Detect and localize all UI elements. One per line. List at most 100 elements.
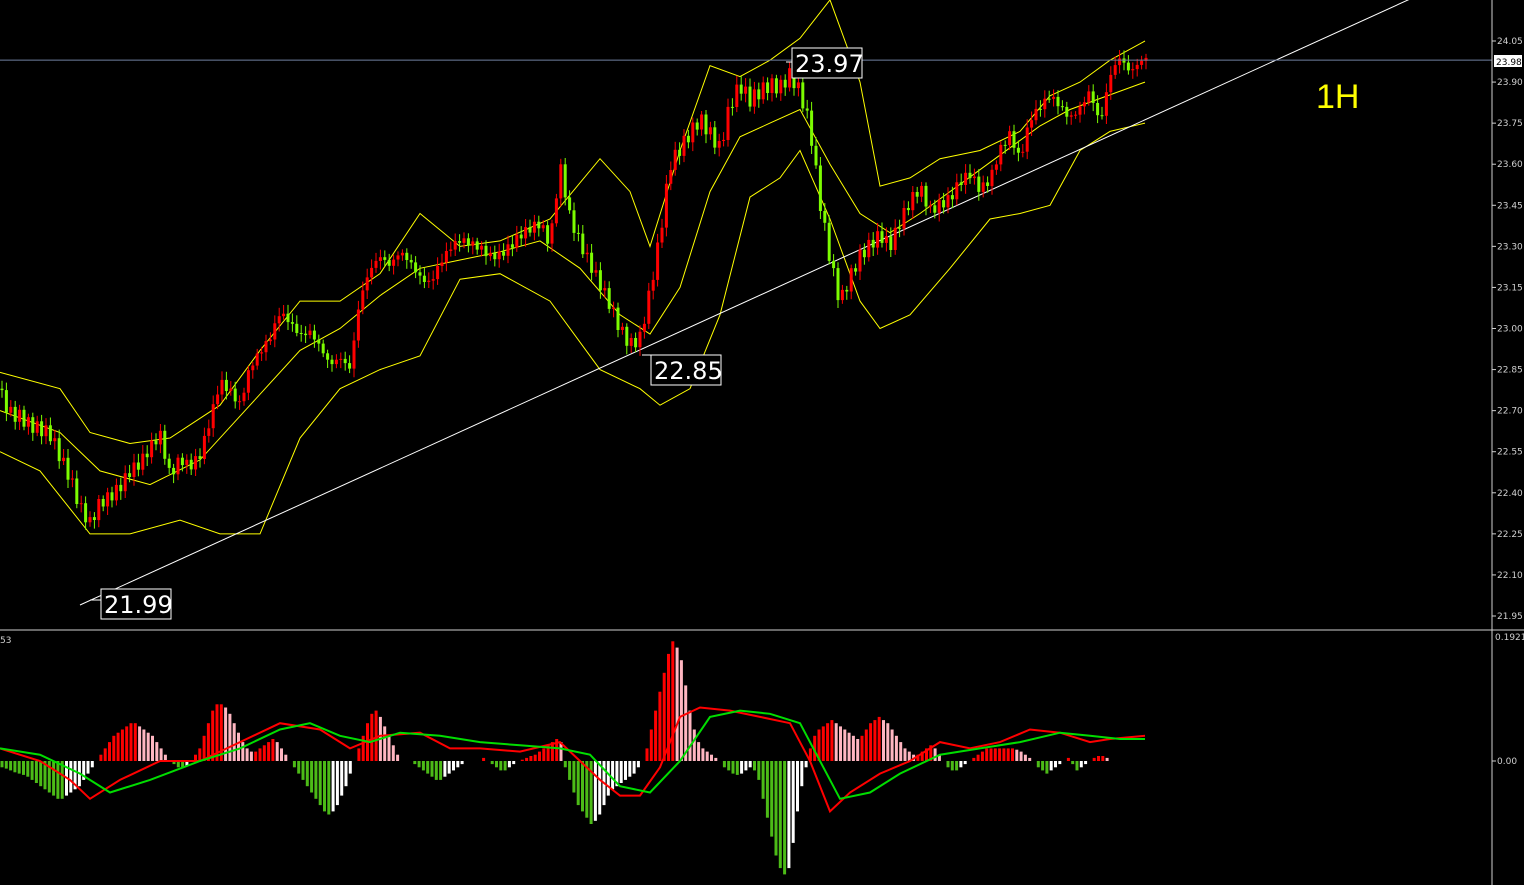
histogram-bar xyxy=(576,761,580,806)
histogram-bar xyxy=(959,761,963,768)
candle-body xyxy=(1135,64,1139,70)
histogram-bar xyxy=(675,647,679,761)
histogram-bar xyxy=(245,748,249,761)
histogram-bar xyxy=(598,761,602,815)
histogram-bar xyxy=(318,761,322,806)
candle-body xyxy=(999,144,1003,165)
candle-body xyxy=(607,288,611,309)
candle-body xyxy=(836,268,840,301)
histogram-bar xyxy=(538,751,541,761)
histogram-bar xyxy=(344,761,348,787)
histogram-bar xyxy=(39,761,43,787)
histogram-bar xyxy=(533,754,537,761)
candle-body xyxy=(1056,96,1060,107)
histogram-bar xyxy=(323,761,326,812)
price-tick-label: 22.55 xyxy=(1497,448,1523,458)
histogram-bar xyxy=(206,723,210,761)
candle-body xyxy=(35,421,39,433)
histogram-bar xyxy=(1002,748,1006,761)
histogram-bar xyxy=(447,761,451,774)
candle-body xyxy=(964,172,968,185)
histogram-bar xyxy=(972,757,976,761)
histogram-bar xyxy=(692,729,696,761)
candle-body xyxy=(1047,98,1051,100)
candle-body xyxy=(330,359,334,365)
histogram-bar xyxy=(26,761,30,777)
candle-body xyxy=(1074,114,1078,116)
histogram-bar xyxy=(619,761,623,783)
candle-body xyxy=(590,252,594,273)
candle-body xyxy=(541,225,545,229)
candle-body xyxy=(392,259,396,266)
histogram-bar xyxy=(280,748,283,761)
candle-body xyxy=(62,457,66,462)
candle-body xyxy=(383,257,387,260)
histogram-bar xyxy=(1019,751,1023,761)
histogram-bar xyxy=(1084,761,1088,765)
histogram-bar xyxy=(305,761,309,787)
candle-body xyxy=(321,343,325,354)
candle-body xyxy=(933,205,937,213)
candle-body xyxy=(471,241,475,246)
histogram-bar xyxy=(1049,761,1053,771)
candle-body xyxy=(647,290,651,324)
histogram-bar xyxy=(933,748,937,761)
histogram-bar xyxy=(426,761,430,774)
histogram-bar xyxy=(413,761,417,765)
histogram-bar xyxy=(232,723,236,761)
candle-body xyxy=(634,338,638,348)
candle-body xyxy=(576,232,580,234)
histogram-bar xyxy=(886,723,890,761)
candle-body xyxy=(1043,98,1047,110)
histogram-bar xyxy=(503,761,507,771)
price-tick-label: 23.30 xyxy=(1497,242,1523,252)
histogram-bar xyxy=(275,742,279,761)
histogram-bar xyxy=(421,761,425,771)
histogram-bar xyxy=(327,761,331,815)
candle-body xyxy=(308,330,312,335)
candle-body xyxy=(1012,131,1016,148)
histogram-bar xyxy=(748,761,752,768)
candle-body xyxy=(1078,106,1082,115)
candle-body xyxy=(466,238,470,246)
candle-body xyxy=(977,176,981,192)
indicator-top-value: 0.1921 xyxy=(1495,633,1524,643)
price-tick-label: 23.60 xyxy=(1497,160,1523,170)
candle-body xyxy=(950,195,954,200)
candle-body xyxy=(911,192,915,211)
candle-body xyxy=(726,106,730,140)
candle-body xyxy=(537,221,541,229)
histogram-bar xyxy=(735,761,739,775)
candle-body xyxy=(805,108,809,111)
histogram-bar xyxy=(671,641,675,761)
histogram-bar xyxy=(843,729,847,761)
histogram-bar xyxy=(142,729,146,761)
candle-body xyxy=(101,499,105,507)
candle-body xyxy=(546,225,550,244)
candle-body xyxy=(972,176,976,179)
candle-body xyxy=(946,195,950,208)
candle-body xyxy=(79,503,83,505)
candle-body xyxy=(339,358,343,360)
candle-body xyxy=(814,145,818,166)
histogram-bar xyxy=(1028,757,1032,761)
histogram-bar xyxy=(851,735,855,761)
candle-body xyxy=(1021,151,1025,153)
candle-body xyxy=(66,457,70,480)
candle-body xyxy=(625,326,629,346)
candle-body xyxy=(356,309,360,341)
candle-body xyxy=(660,227,664,243)
candle-body xyxy=(251,365,255,371)
candle-body xyxy=(198,456,202,459)
candle-body xyxy=(202,435,206,459)
histogram-bar xyxy=(52,761,56,796)
histogram-bar xyxy=(314,761,318,799)
price-tick-label: 23.00 xyxy=(1497,325,1523,335)
histogram-bar xyxy=(907,751,911,761)
histogram-bar xyxy=(198,748,202,761)
histogram-bar xyxy=(310,761,314,793)
histogram-bar xyxy=(116,732,120,761)
candle-body xyxy=(717,141,721,148)
candle-body xyxy=(876,231,880,248)
candle-body xyxy=(114,484,118,501)
